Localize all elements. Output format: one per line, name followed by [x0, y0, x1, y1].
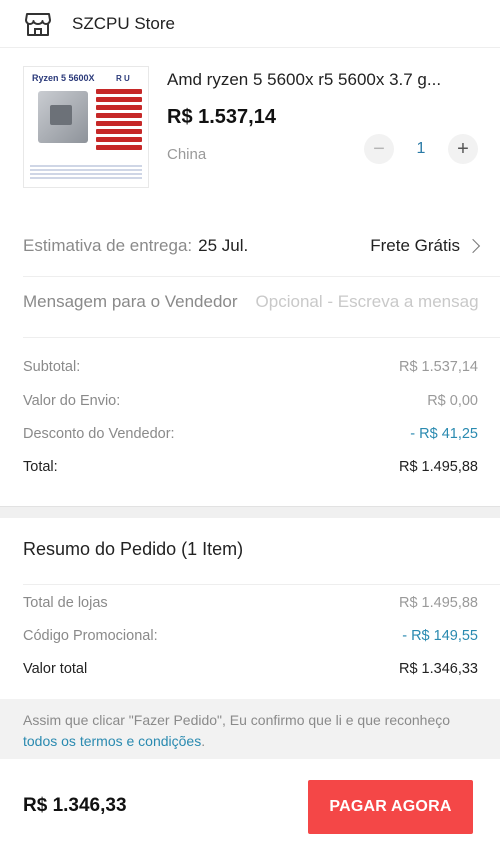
thumbnail-title: Ryzen 5 5600X — [32, 73, 95, 83]
shipping-cost-label: Valor do Envio: — [23, 393, 121, 409]
section-separator — [0, 506, 500, 518]
product-thumbnail[interactable]: Ryzen 5 5600X R U — [23, 66, 149, 188]
quantity-increase-button[interactable]: + — [448, 134, 478, 164]
stores-total-row: Total de lojas R$ 1.495,88 — [23, 591, 478, 615]
store-total-label: Total: — [23, 459, 58, 475]
terms-notice-text: Assim que clicar "Fazer Pedido", Eu conf… — [23, 712, 451, 728]
store-total-row: Total: R$ 1.495,88 — [23, 455, 478, 479]
seller-message-input[interactable] — [255, 292, 478, 312]
shipping-option-label: Frete Grátis — [370, 236, 460, 255]
order-total-row: Valor total R$ 1.346,33 — [23, 657, 478, 681]
store-total-value: R$ 1.495,88 — [398, 459, 478, 475]
terms-notice: Assim que clicar "Fazer Pedido", Eu conf… — [0, 699, 500, 759]
terms-notice-end: . — [201, 733, 206, 749]
quantity-value: 1 — [416, 140, 426, 157]
delivery-row: Estimativa de entrega: 25 Jul. Frete Grát… — [23, 231, 481, 261]
seller-discount-label: Desconto do Vendedor: — [23, 426, 175, 442]
product-title[interactable]: Amd ryzen 5 5600x r5 5600x 3.7 g... — [167, 70, 482, 90]
subtotal-value: R$ 1.537,14 — [398, 359, 478, 375]
seller-discount-value: - R$ 41,25 — [410, 426, 478, 442]
seller-discount-row: Desconto do Vendedor: - R$ 41,25 — [23, 422, 478, 446]
terms-link[interactable]: todos os termos e condições — [23, 733, 201, 749]
quantity-stepper: − 1 + — [364, 134, 478, 164]
order-summary-title: Resumo do Pedido (1 Item) — [23, 539, 244, 559]
chevron-right-icon — [465, 238, 481, 254]
cpu-chip-image — [38, 91, 88, 143]
thumbnail-footer-text — [30, 163, 142, 179]
footer-total-price: R$ 1.346,33 — [23, 795, 127, 816]
shipping-cost-row: Valor do Envio: R$ 0,00 — [23, 389, 478, 413]
seller-message-row: Mensagem para o Vendedor — [23, 287, 478, 317]
divider — [23, 276, 500, 277]
promo-code-label: Código Promocional: — [23, 628, 158, 644]
store-name[interactable]: SZCPU Store — [72, 14, 175, 34]
quantity-decrease-button[interactable]: − — [364, 134, 394, 164]
product-price: R$ 1.537,14 — [167, 106, 276, 128]
promo-code-row[interactable]: Código Promocional: - R$ 149,55 — [23, 624, 478, 648]
thumbnail-badge: R U — [116, 74, 130, 83]
divider — [23, 584, 500, 585]
shipping-option-button[interactable]: Frete Grátis — [370, 236, 481, 256]
pay-now-button[interactable]: PAGAR AGORA — [308, 780, 473, 834]
store-header[interactable]: SZCPU Store — [0, 0, 500, 48]
order-total-label: Valor total — [23, 661, 88, 677]
seller-message-label: Mensagem para o Vendedor — [23, 292, 238, 311]
delivery-estimate: Estimativa de entrega: 25 Jul. — [23, 236, 248, 256]
delivery-date: 25 Jul. — [198, 236, 249, 255]
delivery-label: Estimativa de entrega: — [23, 236, 193, 255]
divider — [23, 337, 500, 338]
thumbnail-spec-bars — [96, 89, 142, 153]
checkout-footer: R$ 1.346,33 PAGAR AGORA — [0, 759, 500, 844]
store-icon — [24, 10, 52, 38]
product-card: Ryzen 5 5600X R U Amd ryzen 5 5600x r5 5… — [0, 48, 500, 208]
product-origin: China — [167, 146, 207, 163]
shipping-cost-value: R$ 0,00 — [427, 393, 478, 409]
subtotal-label: Subtotal: — [23, 359, 81, 375]
subtotal-row: Subtotal: R$ 1.537,14 — [23, 355, 478, 379]
order-total-value: R$ 1.346,33 — [398, 661, 478, 677]
stores-total-label: Total de lojas — [23, 595, 108, 611]
promo-code-value: - R$ 149,55 — [402, 628, 478, 644]
stores-total-value: R$ 1.495,88 — [398, 595, 478, 611]
